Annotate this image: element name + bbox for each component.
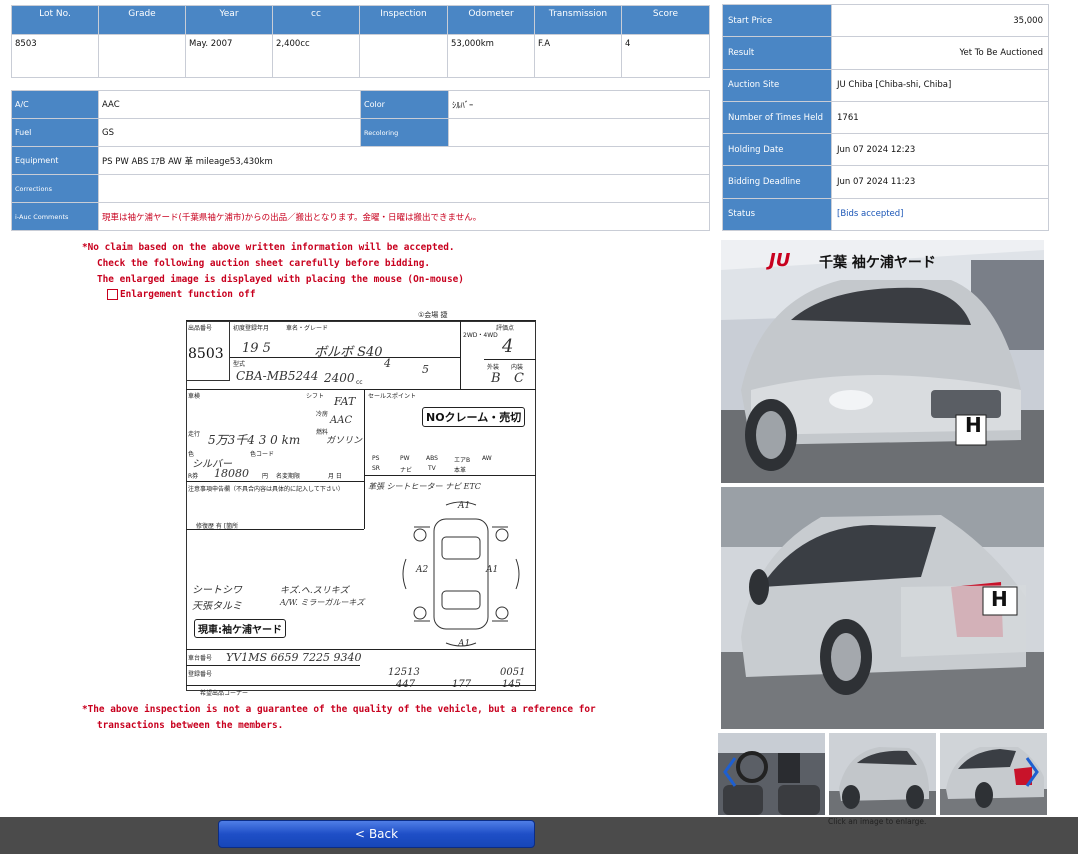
sheet-header-text: ①会場 捷	[418, 311, 448, 319]
auction-site-label: Auction Site	[722, 68, 832, 102]
notice-no-claim: *No claim based on the above written inf…	[82, 242, 455, 253]
year-value: May. 2007	[185, 34, 273, 78]
vehicle-photo-front[interactable]: JU 千葉 袖ケ浦ヤード H	[721, 240, 1044, 483]
col-header-odometer: Odometer	[447, 5, 535, 35]
front-thumbnail-image	[829, 733, 936, 815]
enlargement-toggle[interactable]: Enlargement function off	[107, 289, 255, 300]
holding-date-value: Jun 07 2024 12:23	[831, 133, 1049, 167]
bidding-deadline-value: Jun 07 2024 11:23	[831, 165, 1049, 199]
checkbox-icon[interactable]	[107, 289, 118, 300]
notice-enlarge: The enlarged image is displayed with pla…	[97, 274, 464, 285]
start-price-value: 35,000	[831, 3, 1049, 38]
ju-logo: JU	[769, 250, 791, 271]
col-header-lot-no: Lot No.	[11, 5, 99, 35]
notice-not-guarantee: *The above inspection is not a guarantee…	[82, 704, 596, 715]
recoloring-label: Recoloring	[360, 118, 449, 147]
auction-site-value: JU Chiba [Chiba-shi, Chiba]	[831, 68, 1049, 102]
result-label: Result	[722, 36, 832, 70]
comments-label: i-Auc Comments	[11, 202, 99, 231]
times-held-label: Number of Times Held	[722, 100, 832, 135]
chevron-left-icon: <	[354, 827, 365, 841]
col-header-inspection: Inspection	[359, 5, 448, 35]
fuel-label: Fuel	[11, 118, 99, 147]
comments-value: 現車は袖ケ浦ヤード(千葉県袖ケ浦市)からの出品／搬出となります。金曜・日曜は搬出…	[98, 202, 710, 231]
license-plate-label: H	[965, 413, 982, 437]
lot-no-value: 8503	[11, 34, 99, 78]
col-header-grade: Grade	[98, 5, 186, 35]
lot-summary-table: Lot No. Grade Year cc Inspection Odomete…	[11, 5, 710, 78]
color-label: Color	[360, 90, 449, 119]
start-price-label: Start Price	[722, 3, 832, 38]
yard-stamp: 現車:袖ケ浦ヤード	[194, 619, 286, 638]
ac-value: AAC	[98, 90, 361, 119]
inspection-value	[359, 34, 448, 78]
notice-check-sheet: Check the following auction sheet carefu…	[97, 258, 431, 269]
grade-value	[98, 34, 186, 78]
bidding-deadline-label: Bidding Deadline	[722, 165, 832, 199]
thumbnail-front[interactable]	[829, 733, 936, 815]
fuel-value: GS	[98, 118, 361, 147]
cc-value: 2,400cc	[272, 34, 360, 78]
auction-info-table: Start Price 35,000 Result Yet To Be Auct…	[722, 3, 1049, 232]
corrections-label: Corrections	[11, 174, 99, 203]
vehicle-photo-rear[interactable]: H	[721, 487, 1044, 729]
col-header-cc: cc	[272, 5, 360, 35]
back-button[interactable]: < Back	[218, 820, 535, 848]
status-label: Status	[722, 197, 832, 232]
notice-members: transactions between the members.	[97, 720, 284, 731]
col-header-transmission: Transmission	[534, 5, 622, 35]
score-value: 4	[621, 34, 710, 78]
sheet-chassis: YV1MS 6659 7225 9340	[226, 651, 362, 664]
equipment-value: PS PW ABS ｴｱB AW 革 mileage53,430km	[98, 146, 710, 175]
yard-sign-text: 千葉 袖ケ浦ヤード	[819, 255, 936, 271]
sheet-score: 4	[502, 336, 514, 357]
col-header-score: Score	[621, 5, 710, 35]
back-button-label: Back	[368, 827, 399, 841]
status-value: [Bids accepted]	[831, 197, 1049, 232]
equipment-label: Equipment	[11, 146, 99, 175]
thumbnail-caption: Click an image to enlarge.	[828, 817, 927, 826]
lot-header-row: Lot No. Grade Year cc Inspection Odomete…	[11, 5, 710, 35]
thumbnail-next-arrow-icon[interactable]	[1024, 755, 1040, 789]
vehicle-detail-table: A/C AAC Color ｼﾙﾊﾞｰ Fuel GS Recoloring E…	[11, 90, 710, 231]
auction-sheet-image[interactable]: ①会場 捷 出品番号 8503 初度登録年月 車名・グレード 19 5 ボルボ …	[184, 311, 548, 699]
enlargement-toggle-label: Enlargement function off	[120, 289, 256, 300]
sheet-lot-number: 8503	[188, 346, 224, 362]
corrections-value	[98, 174, 710, 203]
rear-plate-label: H	[991, 587, 1008, 611]
thumbnail-strip	[718, 733, 1048, 815]
sheet-odometer: 5万3千4 3 0 km	[208, 433, 301, 447]
transmission-value: F.A	[534, 34, 622, 78]
no-claim-stamp: NOクレーム・売切	[422, 407, 526, 427]
lot-value-row: 8503 May. 2007 2,400cc 53,000km F.A 4	[11, 34, 710, 78]
ac-label: A/C	[11, 90, 99, 119]
car-front-illustration	[721, 240, 1044, 483]
sheet-model-code: CBA-MB5244	[236, 369, 319, 383]
holding-date-label: Holding Date	[722, 133, 832, 167]
thumbnail-prev-arrow-icon[interactable]	[722, 755, 738, 789]
col-header-year: Year	[185, 5, 273, 35]
result-value: Yet To Be Auctioned	[831, 36, 1049, 70]
color-value: ｼﾙﾊﾞｰ	[448, 90, 710, 119]
odometer-value: 53,000km	[447, 34, 535, 78]
recoloring-value	[448, 118, 710, 147]
times-held-value: 1761	[831, 100, 1049, 135]
